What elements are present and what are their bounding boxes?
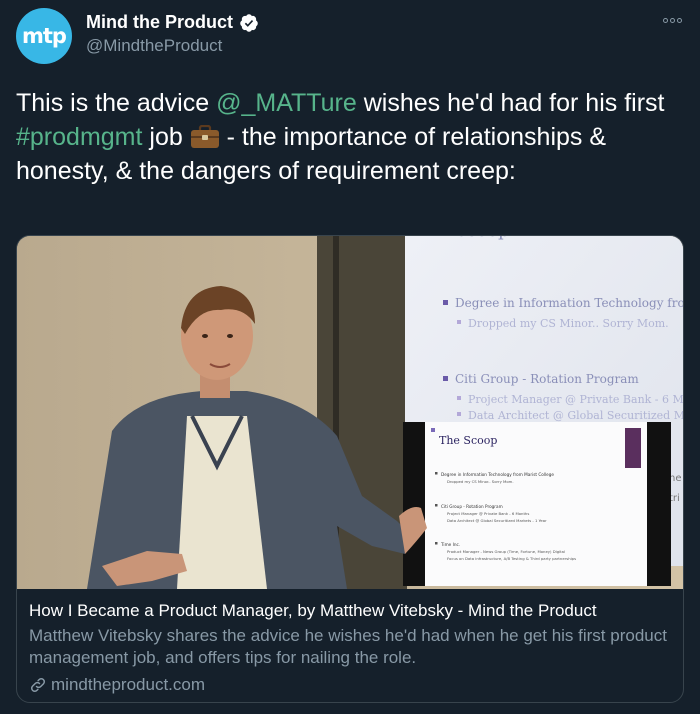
hashtag-link[interactable]: #prodmgmt — [16, 123, 142, 151]
card-description: Matthew Vitebsky shares the advice he wi… — [29, 626, 667, 667]
svg-text:scoop: scoop — [457, 236, 510, 241]
mention-link[interactable]: @_MATTure — [216, 89, 357, 117]
tweet-text-part: wishes he'd had for his first — [356, 89, 665, 117]
more-options-icon[interactable] — [663, 18, 682, 23]
inset-slide-line: Degree in Information Technology from Ma… — [441, 472, 554, 477]
inset-slide-line: Dropped my CS Minor.. Sorry Mom. — [447, 479, 514, 484]
tweet-text-part: job — [142, 123, 190, 151]
slide-line: Dropped my CS Minor.. Sorry Mom. — [468, 317, 669, 330]
link-icon — [30, 677, 46, 693]
inset-slide-line: Time Inc. — [440, 542, 460, 547]
inset-slide-line: Project Manager @ Private Bank - 6 Month… — [447, 511, 529, 516]
inset-slide-line: Data Architect @ Global Securitized Mark… — [447, 518, 547, 523]
avatar[interactable]: mtp — [16, 8, 72, 64]
link-preview-card[interactable]: scoop Degree in Information Technology f… — [16, 235, 684, 703]
verified-badge-icon — [240, 13, 258, 32]
author-handle[interactable]: @MindtheProduct — [86, 36, 259, 56]
avatar-logo-text: mtp — [22, 24, 67, 48]
slide-line: Degree in Information Technology fro — [455, 296, 683, 310]
presentation-photo: scoop Degree in Information Technology f… — [17, 236, 683, 589]
inset-slide-line: Citi Group - Rotation Program — [441, 504, 503, 509]
card-title[interactable]: How I Became a Product Manager, by Matth… — [29, 599, 671, 623]
slide-line: Citi Group - Rotation Program — [455, 372, 639, 386]
inset-slide-line: Focus on Data infrastructure, A/B Testin… — [447, 556, 576, 561]
slide-line: Data Architect @ Global Securitized M — [468, 409, 683, 422]
tweet-text-part: This is the advice — [16, 89, 217, 117]
card-domain[interactable]: mindtheproduct.com — [51, 675, 205, 695]
inset-slide-line: Product Manager - News Group (Time, Fort… — [447, 549, 565, 554]
tweet-text: This is the advice @_MATTure wishes he'd… — [16, 86, 684, 188]
author-block: Mind the Product @MindtheProduct — [86, 12, 259, 56]
briefcase-emoji-icon — [190, 125, 219, 148]
author-display-name[interactable]: Mind the Product — [86, 12, 233, 33]
inset-slide-title: The Scoop — [439, 434, 497, 447]
slide-line: Project Manager @ Private Bank - 6 Mo — [468, 393, 683, 406]
card-image[interactable]: scoop Degree in Information Technology f… — [17, 236, 683, 589]
